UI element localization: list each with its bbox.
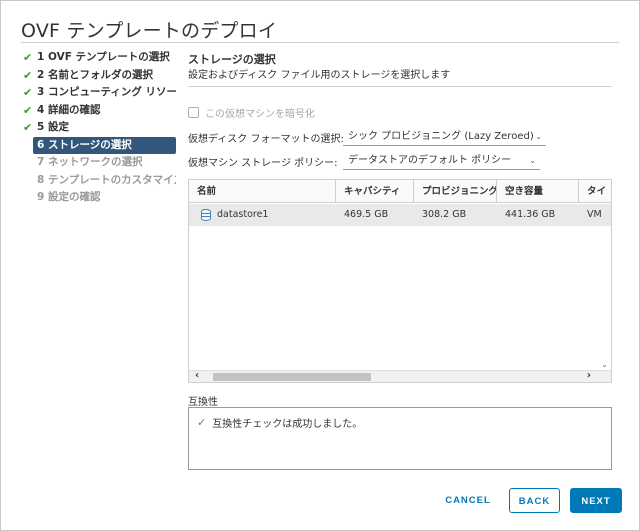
wizard-steps: ✔ 1 OVF テンプレートの選択 ✔ 2 名前とフォルダの選択 ✔ 3 コンピューテ… <box>21 49 176 207</box>
section-subtitle: 設定およびディスク ファイル用のストレージを選択します <box>188 70 451 81</box>
step-3[interactable]: ✔ 3 コンピューティング リソー... <box>21 84 176 102</box>
step-1[interactable]: ✔ 1 OVF テンプレートの選択 <box>21 49 176 67</box>
column-header-free[interactable]: 空き容量 <box>497 180 579 203</box>
scroll-down-icon[interactable]: ⌄ <box>601 360 608 369</box>
compatibility-box: ✓ 互換性チェックは成功しました。 <box>188 407 612 470</box>
step-label: 5 設定 <box>37 121 69 133</box>
scroll-right-icon[interactable]: › <box>587 370 591 381</box>
scroll-left-icon[interactable]: ‹ <box>195 370 199 381</box>
check-icon: ✔ <box>23 51 33 64</box>
storage-policy-value: データストアのデフォルト ポリシー <box>348 155 512 166</box>
step-label: 9 設定の確認 <box>37 191 101 203</box>
storage-policy-select[interactable]: データストアのデフォルト ポリシー ⌄ <box>343 152 540 170</box>
section-title: ストレージの選択 <box>188 53 276 66</box>
step-label: 8 テンプレートのカスタマイズ <box>37 173 176 186</box>
compatibility-label: 互換性 <box>188 397 218 408</box>
encrypt-label: この仮想マシンを暗号化 <box>205 108 315 120</box>
table-header: 名前 キャパシティ プロビジョニング... 空き容量 タイ <box>189 180 611 203</box>
chevron-down-icon: ⌄ <box>529 156 536 165</box>
check-icon: ✔ <box>23 103 33 117</box>
step-4[interactable]: ✔ 4 詳細の確認 <box>21 102 176 120</box>
step-label: 1 OVF テンプレートの選択 <box>37 51 170 63</box>
step-label: 3 コンピューティング リソー... <box>37 86 176 98</box>
column-header-capacity[interactable]: キャパシティ <box>336 180 414 203</box>
cell-capacity: 469.5 GB <box>344 209 389 220</box>
disk-format-value: シック プロビジョニング (Lazy Zeroed) <box>348 131 534 142</box>
storage-policy-row: 仮想マシン ストレージ ポリシー: データストアのデフォルト ポリシー ⌄ <box>188 151 540 171</box>
step-label: 6 ストレージの選択 <box>37 138 132 151</box>
check-icon: ✔ <box>23 86 33 99</box>
datastore-table: 名前 キャパシティ プロビジョニング... 空き容量 タイ datastore1… <box>188 179 612 383</box>
chevron-down-icon: ⌄ <box>535 132 542 141</box>
scrollbar-thumb[interactable] <box>213 373 371 381</box>
step-5[interactable]: ✔ 5 設定 <box>21 119 176 137</box>
encrypt-checkbox[interactable] <box>188 106 199 118</box>
compatibility-message: ✓ 互換性チェックは成功しました。 <box>197 415 362 430</box>
cell-free: 441.36 GB <box>505 209 556 220</box>
main-panel: ストレージの選択 設定およびディスク ファイル用のストレージを選択します <box>188 49 613 83</box>
step-label: 2 名前とフォルダの選択 <box>37 68 153 81</box>
check-icon: ✔ <box>23 68 33 82</box>
step-label: 4 詳細の確認 <box>37 103 101 116</box>
cell-provisioned: 308.2 GB <box>422 209 467 220</box>
section-divider <box>188 86 612 87</box>
encrypt-option: この仮想マシンを暗号化 <box>188 105 315 120</box>
title-divider <box>21 42 619 43</box>
step-7: 7 ネットワークの選択 <box>33 154 176 172</box>
back-button[interactable]: BACK <box>509 488 560 513</box>
step-9: 9 設定の確認 <box>33 189 176 207</box>
cell-type: VM <box>587 209 602 220</box>
cancel-button[interactable]: CANCEL <box>438 488 498 513</box>
check-icon: ✔ <box>23 121 33 134</box>
column-header-provisioned[interactable]: プロビジョニング... <box>414 180 497 203</box>
column-header-type[interactable]: タイ <box>579 180 611 203</box>
deploy-ovf-dialog: OVF テンプレートのデプロイ ✔ 1 OVF テンプレートの選択 ✔ 2 名前とフ… <box>0 0 640 531</box>
table-row[interactable]: datastore1 469.5 GB 308.2 GB 441.36 GB V… <box>189 204 611 226</box>
compatibility-text: 互換性チェックは成功しました。 <box>212 419 363 430</box>
horizontal-scrollbar[interactable]: ‹ › <box>189 370 611 382</box>
next-button[interactable]: NEXT <box>570 488 622 513</box>
step-8: 8 テンプレートのカスタマイズ <box>33 172 176 190</box>
disk-format-row: 仮想ディスク フォーマットの選択: シック プロビジョニング (Lazy Zer… <box>188 127 546 147</box>
disk-format-label: 仮想ディスク フォーマットの選択: <box>188 133 344 145</box>
step-label: 7 ネットワークの選択 <box>37 156 143 168</box>
column-header-name[interactable]: 名前 <box>189 180 336 203</box>
step-6-active[interactable]: 6 ストレージの選択 <box>33 136 176 154</box>
dialog-title: OVF テンプレートのデプロイ <box>21 20 278 42</box>
cell-name: datastore1 <box>217 209 269 220</box>
check-icon: ✓ <box>197 416 207 429</box>
step-2[interactable]: ✔ 2 名前とフォルダの選択 <box>21 67 176 85</box>
disk-format-select[interactable]: シック プロビジョニング (Lazy Zeroed) ⌄ <box>343 128 546 146</box>
storage-policy-label: 仮想マシン ストレージ ポリシー: <box>188 157 338 169</box>
